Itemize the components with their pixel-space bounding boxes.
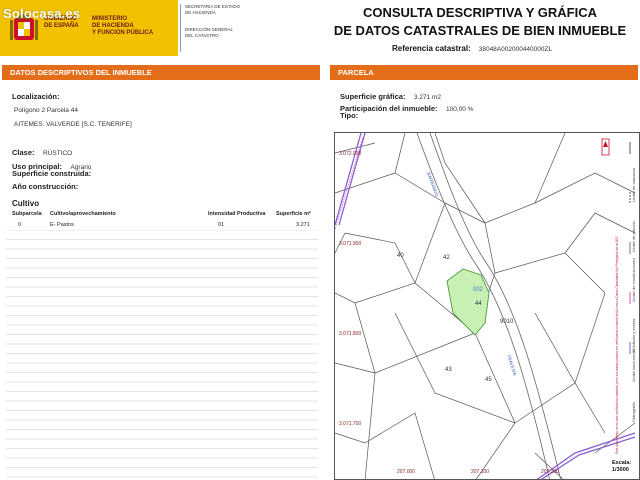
- legend-item-2: Límite de parcela: [631, 221, 636, 252]
- localizacion-line-1: Polígono 2 Parcela 44: [14, 107, 78, 114]
- road-label-travesia: TRAVESÍA: [506, 353, 518, 376]
- map-drawing: 3.072.000 3.071.900 3.071.800 3.071.700 …: [335, 133, 636, 479]
- y-label-1: 3.072.000: [339, 151, 361, 157]
- parcel-label-44: 44: [475, 301, 482, 307]
- cultivo-heading: Cultivo: [12, 199, 40, 208]
- cell-cultivo: E- Pastos: [50, 222, 74, 228]
- cadastral-reference: Referencia catastral: 38048A002000440000Z…: [392, 44, 552, 53]
- localizacion-line-2: AITEMES. VALVERDE [S.C. TENERIFE]: [14, 121, 132, 128]
- sec-line-2: DE HACIENDA: [185, 9, 216, 15]
- parcel-label-40: 40: [397, 253, 404, 259]
- ministry-line-2: DE HACIENDA: [92, 23, 134, 29]
- legend-note: Este documento no es una certificación c…: [615, 235, 619, 454]
- tipo-label: Tipo:: [340, 111, 359, 120]
- legend-item-4: Mobiliario y aceras: [631, 319, 636, 352]
- government-logo-block: GOBIERNO DE ESPAÑA MINISTERIO DE HACIEND…: [0, 0, 178, 56]
- y-label-2: 3.071.900: [339, 241, 361, 247]
- parcel-label-45: 45: [485, 377, 492, 383]
- legend-drawing: Límite de manzana Límite de parcela Lími…: [615, 142, 636, 454]
- scale-label: Escala:: [612, 460, 632, 466]
- ministry-name: MINISTERIO DE HACIENDA Y FUNCIÓN PÚBLICA: [92, 16, 153, 37]
- document-title: CONSULTA DESCRIPTIVA Y GRÁFICA DE DATOS …: [330, 4, 630, 40]
- cadastral-map[interactable]: 3.072.000 3.071.900 3.071.800 3.071.700 …: [334, 132, 640, 480]
- dir-line-2: DEL CATASTRO: [185, 32, 219, 38]
- col-cultivo: Cultivo/aprovechamiento: [50, 211, 116, 217]
- localizacion-label: Localización:: [12, 92, 60, 101]
- col-subparcela: Subparcela: [12, 211, 42, 217]
- highlighted-parcel: [446, 268, 490, 336]
- ref-value: 38048A002000440000ZL: [478, 46, 553, 53]
- map-scale: Escala: 1/3000: [612, 460, 631, 473]
- participacion-value: 100,00 %: [445, 106, 474, 113]
- secretariat-block: SECRETARÍA DE ESTADO DE HACIENDA DIRECCI…: [180, 4, 264, 52]
- cell-superficie: 3.271: [296, 222, 310, 228]
- cell-subparcela: 0: [18, 222, 22, 228]
- x-label-2: 207.100: [471, 469, 489, 475]
- gov-line-2: DE ESPAÑA: [44, 23, 79, 29]
- x-label-3: 207.200: [541, 469, 559, 475]
- col-intensidad: Intensidad Productiva: [208, 211, 266, 217]
- parcel-label-42: 42: [443, 255, 450, 261]
- col-superficie: Superficie m²: [276, 211, 311, 217]
- empty-table-rows: [6, 230, 318, 478]
- parcel-bar: PARCELA: [330, 65, 638, 80]
- legend-item-5: Límite zona verde: [631, 349, 636, 382]
- ref-label: Referencia catastral:: [392, 44, 471, 53]
- x-label-1: 207.000: [397, 469, 415, 475]
- parcel-label-9010: 9010: [500, 319, 514, 325]
- y-label-3: 3.071.800: [339, 331, 361, 337]
- map-legend: Límite de manzana Límite de parcela Lími…: [606, 132, 640, 480]
- table-row: 0 E- Pastos 01 3.271: [6, 221, 318, 230]
- legend-item-3: Límite de construcciones: [631, 258, 636, 302]
- y-label-4: 3.071.700: [339, 421, 361, 427]
- scale-value: 1/3000: [612, 466, 629, 473]
- subparcel-label: 002: [473, 287, 484, 293]
- legend-item-1: Límite de manzana: [631, 167, 636, 202]
- watermark-text: Solocasa.es: [3, 6, 81, 21]
- road-label-barranco: BARRANCO: [426, 172, 440, 198]
- document-header: GOBIERNO DE ESPAÑA MINISTERIO DE HACIEND…: [0, 0, 640, 62]
- cultivo-table-header: Subparcela Cultivo/aprovechamiento Inten…: [6, 210, 318, 219]
- ministry-line-1: MINISTERIO: [92, 16, 128, 22]
- title-line-1: CONSULTA DESCRIPTIVA Y GRÁFICA: [362, 5, 597, 20]
- anio-construccion-label: Año construcción:: [12, 182, 79, 191]
- superficie-construida-label: Superficie construida:: [12, 169, 92, 178]
- parcel-label-43: 43: [445, 367, 452, 373]
- ministry-line-3: Y FUNCIÓN PÚBLICA: [92, 30, 154, 36]
- cell-intensidad: 01: [218, 222, 225, 228]
- participacion-row: Participación del inmueble: 100,00 %: [340, 98, 473, 116]
- legend-item-6: Hidrografía: [631, 401, 636, 422]
- title-line-2: DE DATOS CATASTRALES DE BIEN INMUEBLE: [333, 23, 627, 38]
- descriptive-data-bar: DATOS DESCRIPTIVOS DEL INMUEBLE: [2, 65, 320, 80]
